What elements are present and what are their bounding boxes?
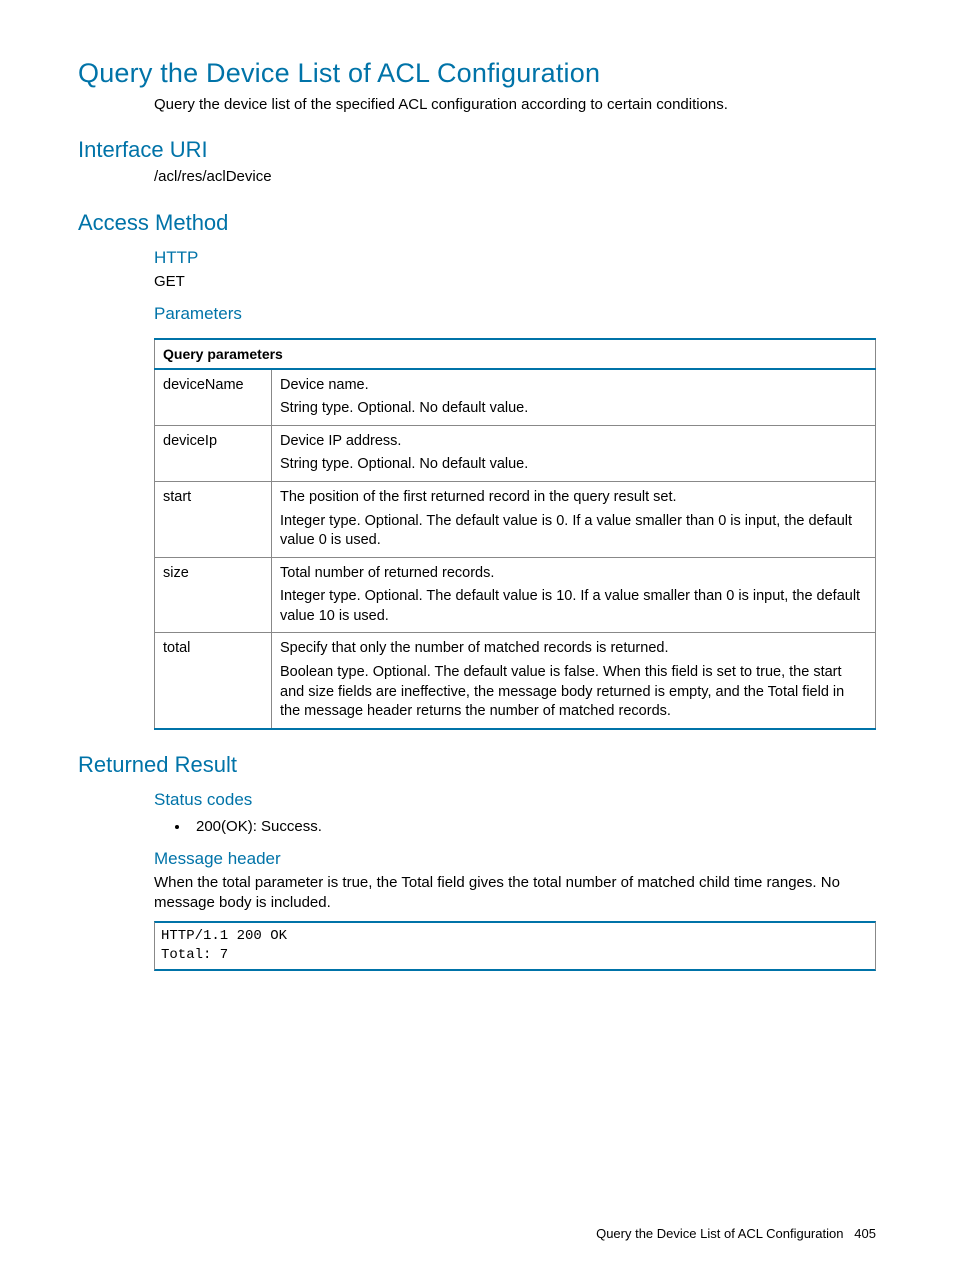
table-header: Query parameters	[155, 339, 876, 369]
table-row: total Specify that only the number of ma…	[155, 633, 876, 729]
param-desc-line: Specify that only the number of matched …	[280, 639, 867, 659]
param-desc-line: Device name.	[280, 376, 867, 396]
param-desc: Total number of returned records. Intege…	[272, 557, 876, 633]
status-code-item: 200(OK): Success.	[190, 816, 876, 837]
param-desc: Specify that only the number of matched …	[272, 633, 876, 729]
page-footer: Query the Device List of ACL Configurati…	[596, 1226, 876, 1241]
table-row: size Total number of returned records. I…	[155, 557, 876, 633]
footer-text: Query the Device List of ACL Configurati…	[596, 1226, 843, 1241]
access-method-heading: Access Method	[78, 210, 876, 236]
table-row: start The position of the first returned…	[155, 482, 876, 558]
page-number: 405	[854, 1226, 876, 1241]
param-desc-line: Boolean type. Optional. The default valu…	[280, 663, 867, 722]
table-row: deviceName Device name. String type. Opt…	[155, 369, 876, 426]
query-parameters-table: Query parameters deviceName Device name.…	[154, 338, 876, 730]
code-block: HTTP/1.1 200 OK Total: 7	[154, 921, 876, 971]
intro-text: Query the device list of the specified A…	[154, 95, 876, 115]
status-codes-heading: Status codes	[154, 790, 876, 810]
param-desc-line: The position of the first returned recor…	[280, 488, 867, 508]
param-desc-line: String type. Optional. No default value.	[280, 455, 867, 475]
http-heading: HTTP	[154, 248, 876, 268]
message-header-text: When the total parameter is true, the To…	[154, 873, 876, 914]
interface-uri-heading: Interface URI	[78, 137, 876, 163]
message-header-heading: Message header	[154, 849, 876, 869]
param-desc: Device name. String type. Optional. No d…	[272, 369, 876, 426]
param-name: deviceName	[155, 369, 272, 426]
param-desc-line: Device IP address.	[280, 432, 867, 452]
table-row: deviceIp Device IP address. String type.…	[155, 425, 876, 481]
param-desc-line: Integer type. Optional. The default valu…	[280, 587, 867, 626]
page-title: Query the Device List of ACL Configurati…	[78, 58, 876, 89]
status-codes-list: 200(OK): Success.	[154, 816, 876, 837]
param-desc: Device IP address. String type. Optional…	[272, 425, 876, 481]
param-name: start	[155, 482, 272, 558]
param-desc: The position of the first returned recor…	[272, 482, 876, 558]
param-name: deviceIp	[155, 425, 272, 481]
returned-result-heading: Returned Result	[78, 752, 876, 778]
parameters-heading: Parameters	[154, 304, 876, 324]
param-desc-line: Integer type. Optional. The default valu…	[280, 512, 867, 551]
document-page: Query the Device List of ACL Configurati…	[0, 0, 954, 1271]
param-desc-line: Total number of returned records.	[280, 564, 867, 584]
param-desc-line: String type. Optional. No default value.	[280, 399, 867, 419]
param-name: size	[155, 557, 272, 633]
interface-uri-value: /acl/res/aclDevice	[154, 167, 876, 187]
http-method-value: GET	[154, 272, 876, 292]
param-name: total	[155, 633, 272, 729]
